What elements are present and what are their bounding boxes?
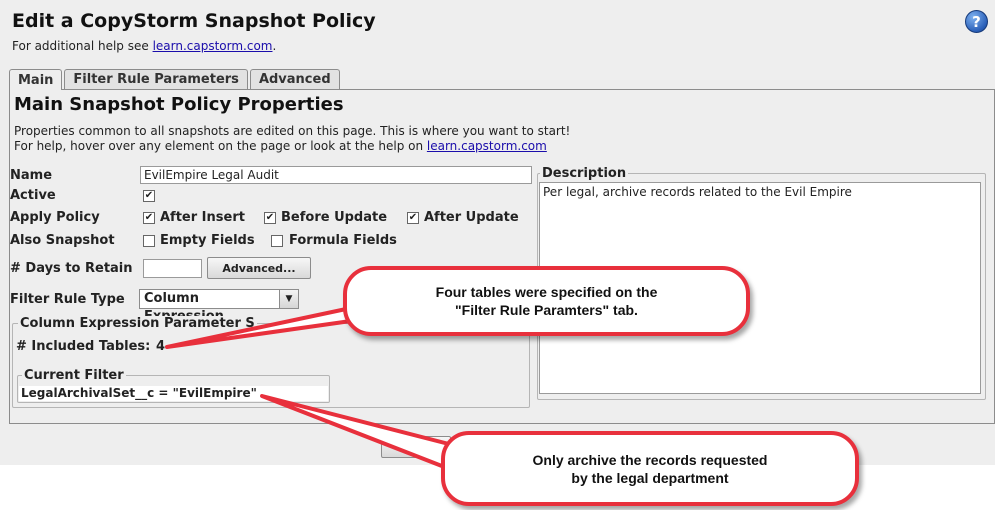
tables-callout: Four tables were specified on the "Filte… bbox=[343, 266, 750, 336]
tables-callout-line2: "Filter Rule Paramters" tab. bbox=[455, 302, 638, 318]
tab-main[interactable]: Main bbox=[9, 69, 63, 90]
archive-callout: Only archive the records requested by th… bbox=[441, 431, 859, 506]
tables-callout-line1: Four tables were specified on the bbox=[435, 284, 658, 300]
archive-callout-line2: by the legal department bbox=[571, 469, 729, 486]
tables-callout-pointer bbox=[165, 303, 374, 349]
archive-callout-line1: Only archive the records requested bbox=[532, 451, 768, 468]
